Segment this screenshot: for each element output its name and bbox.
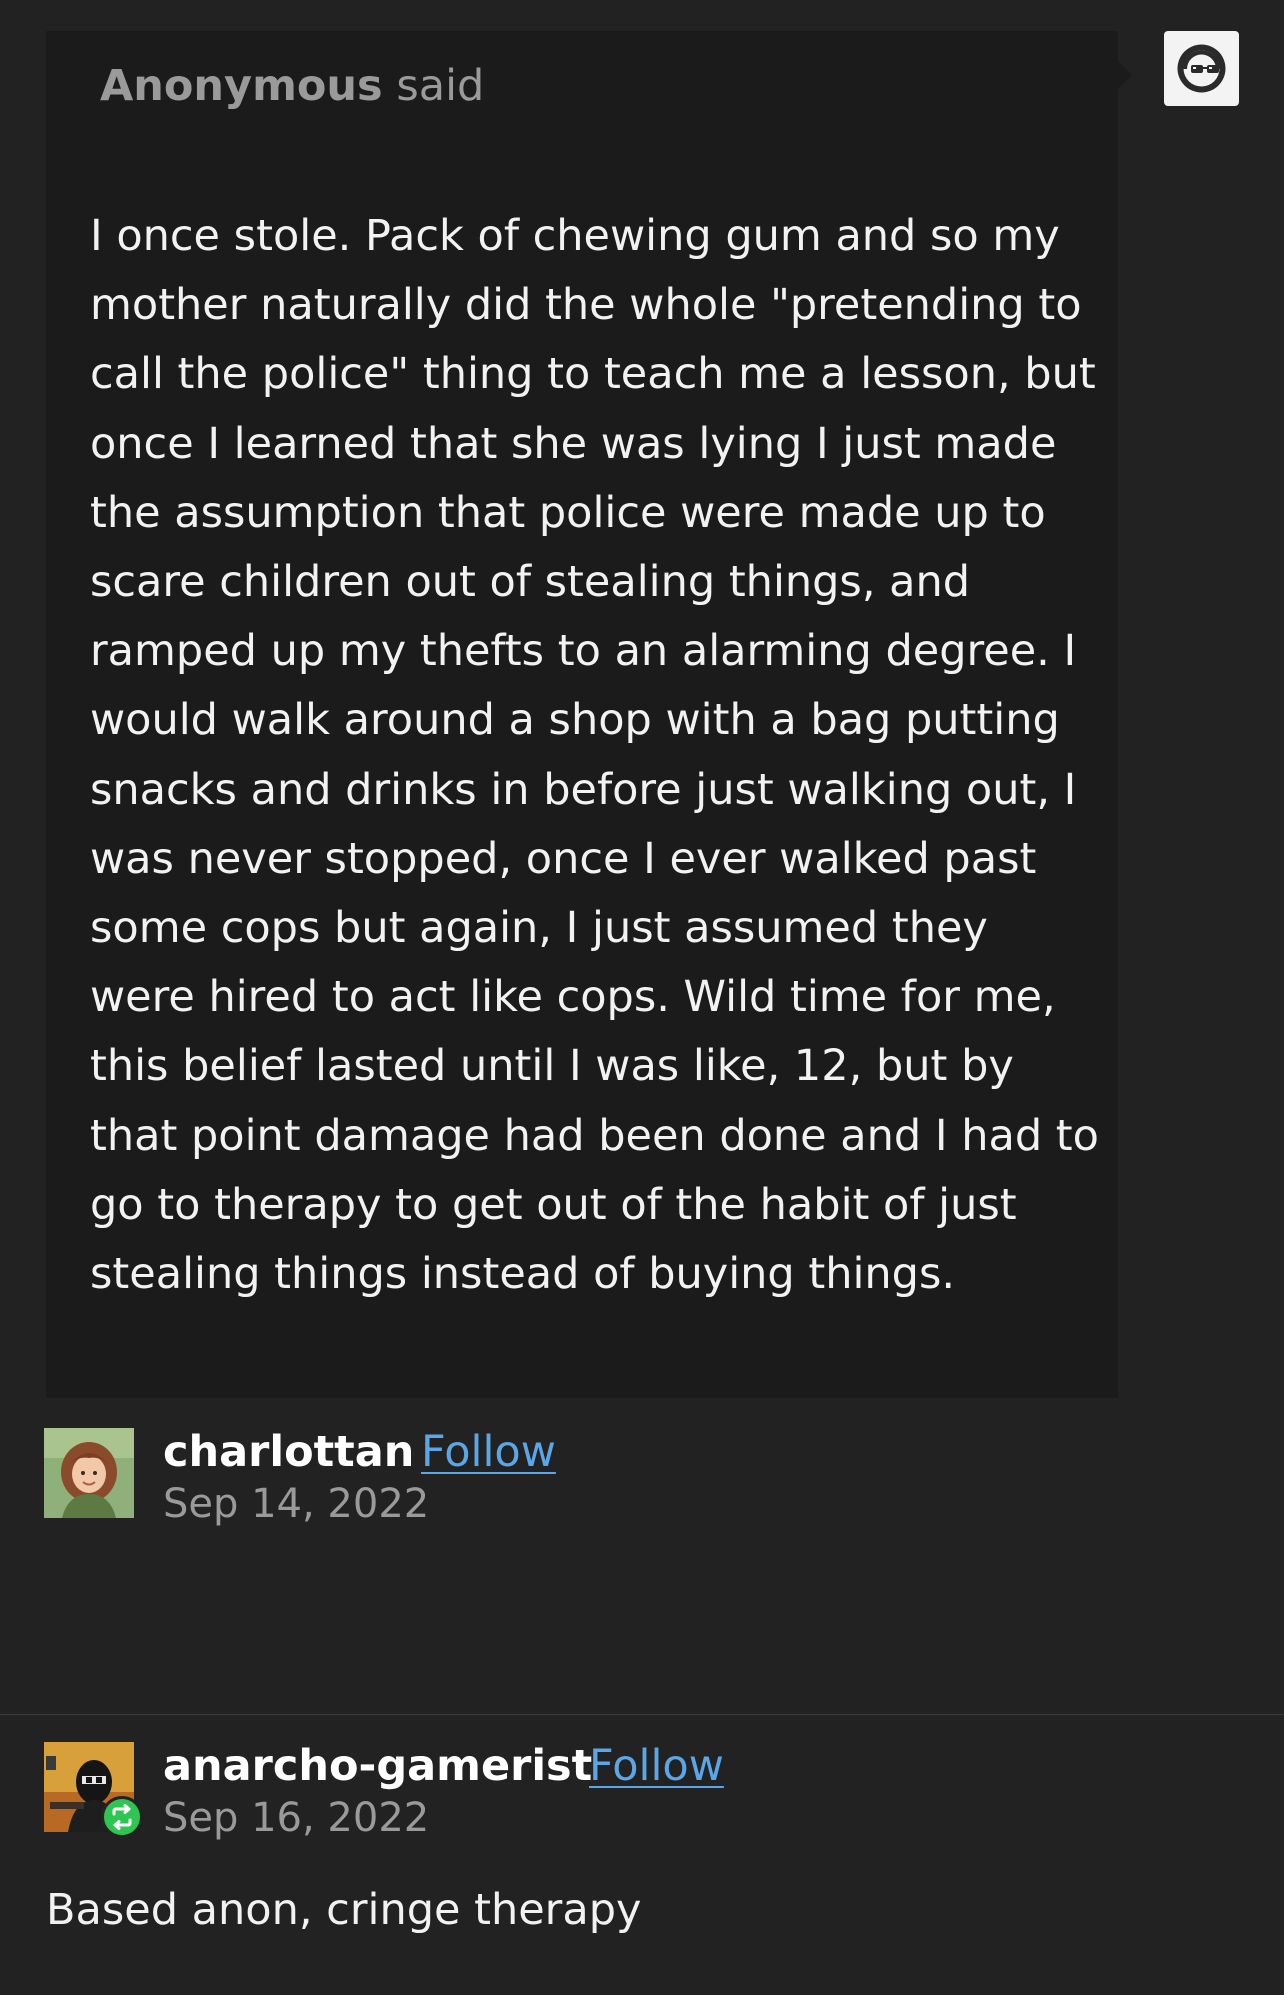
asker-verb: said	[396, 61, 485, 111]
post-header-charlottan: charlottan Follow Sep 14, 2022	[44, 1427, 944, 1527]
sunglasses-face-icon	[1177, 44, 1226, 93]
reblog-icon	[112, 1804, 132, 1830]
reblog-badge	[101, 1796, 143, 1838]
username[interactable]: charlottan	[163, 1427, 414, 1477]
reply-text: Based anon, cringe therapy	[46, 1885, 642, 1935]
follow-button[interactable]: Follow	[589, 1741, 724, 1791]
follow-button[interactable]: Follow	[421, 1427, 556, 1477]
post-header-anarcho-gamerist: anarcho-gamerist Follow Sep 16, 2022	[44, 1741, 944, 1841]
ask-question-text: I once stole. Pack of chewing gum and so…	[90, 211, 1099, 1300]
avatar-image	[44, 1428, 134, 1518]
post-date: Sep 14, 2022	[163, 1481, 430, 1527]
ask-box: Anonymous said I once stole. Pack of che…	[46, 31, 1132, 1398]
avatar[interactable]	[44, 1428, 134, 1518]
asker-name[interactable]: Anonymous	[100, 61, 383, 111]
post-date: Sep 16, 2022	[163, 1795, 430, 1841]
username[interactable]: anarcho-gamerist	[163, 1741, 592, 1791]
post-divider	[0, 1714, 1284, 1715]
asker-line: Anonymous said	[100, 61, 484, 111]
anonymous-avatar[interactable]	[1164, 31, 1239, 106]
